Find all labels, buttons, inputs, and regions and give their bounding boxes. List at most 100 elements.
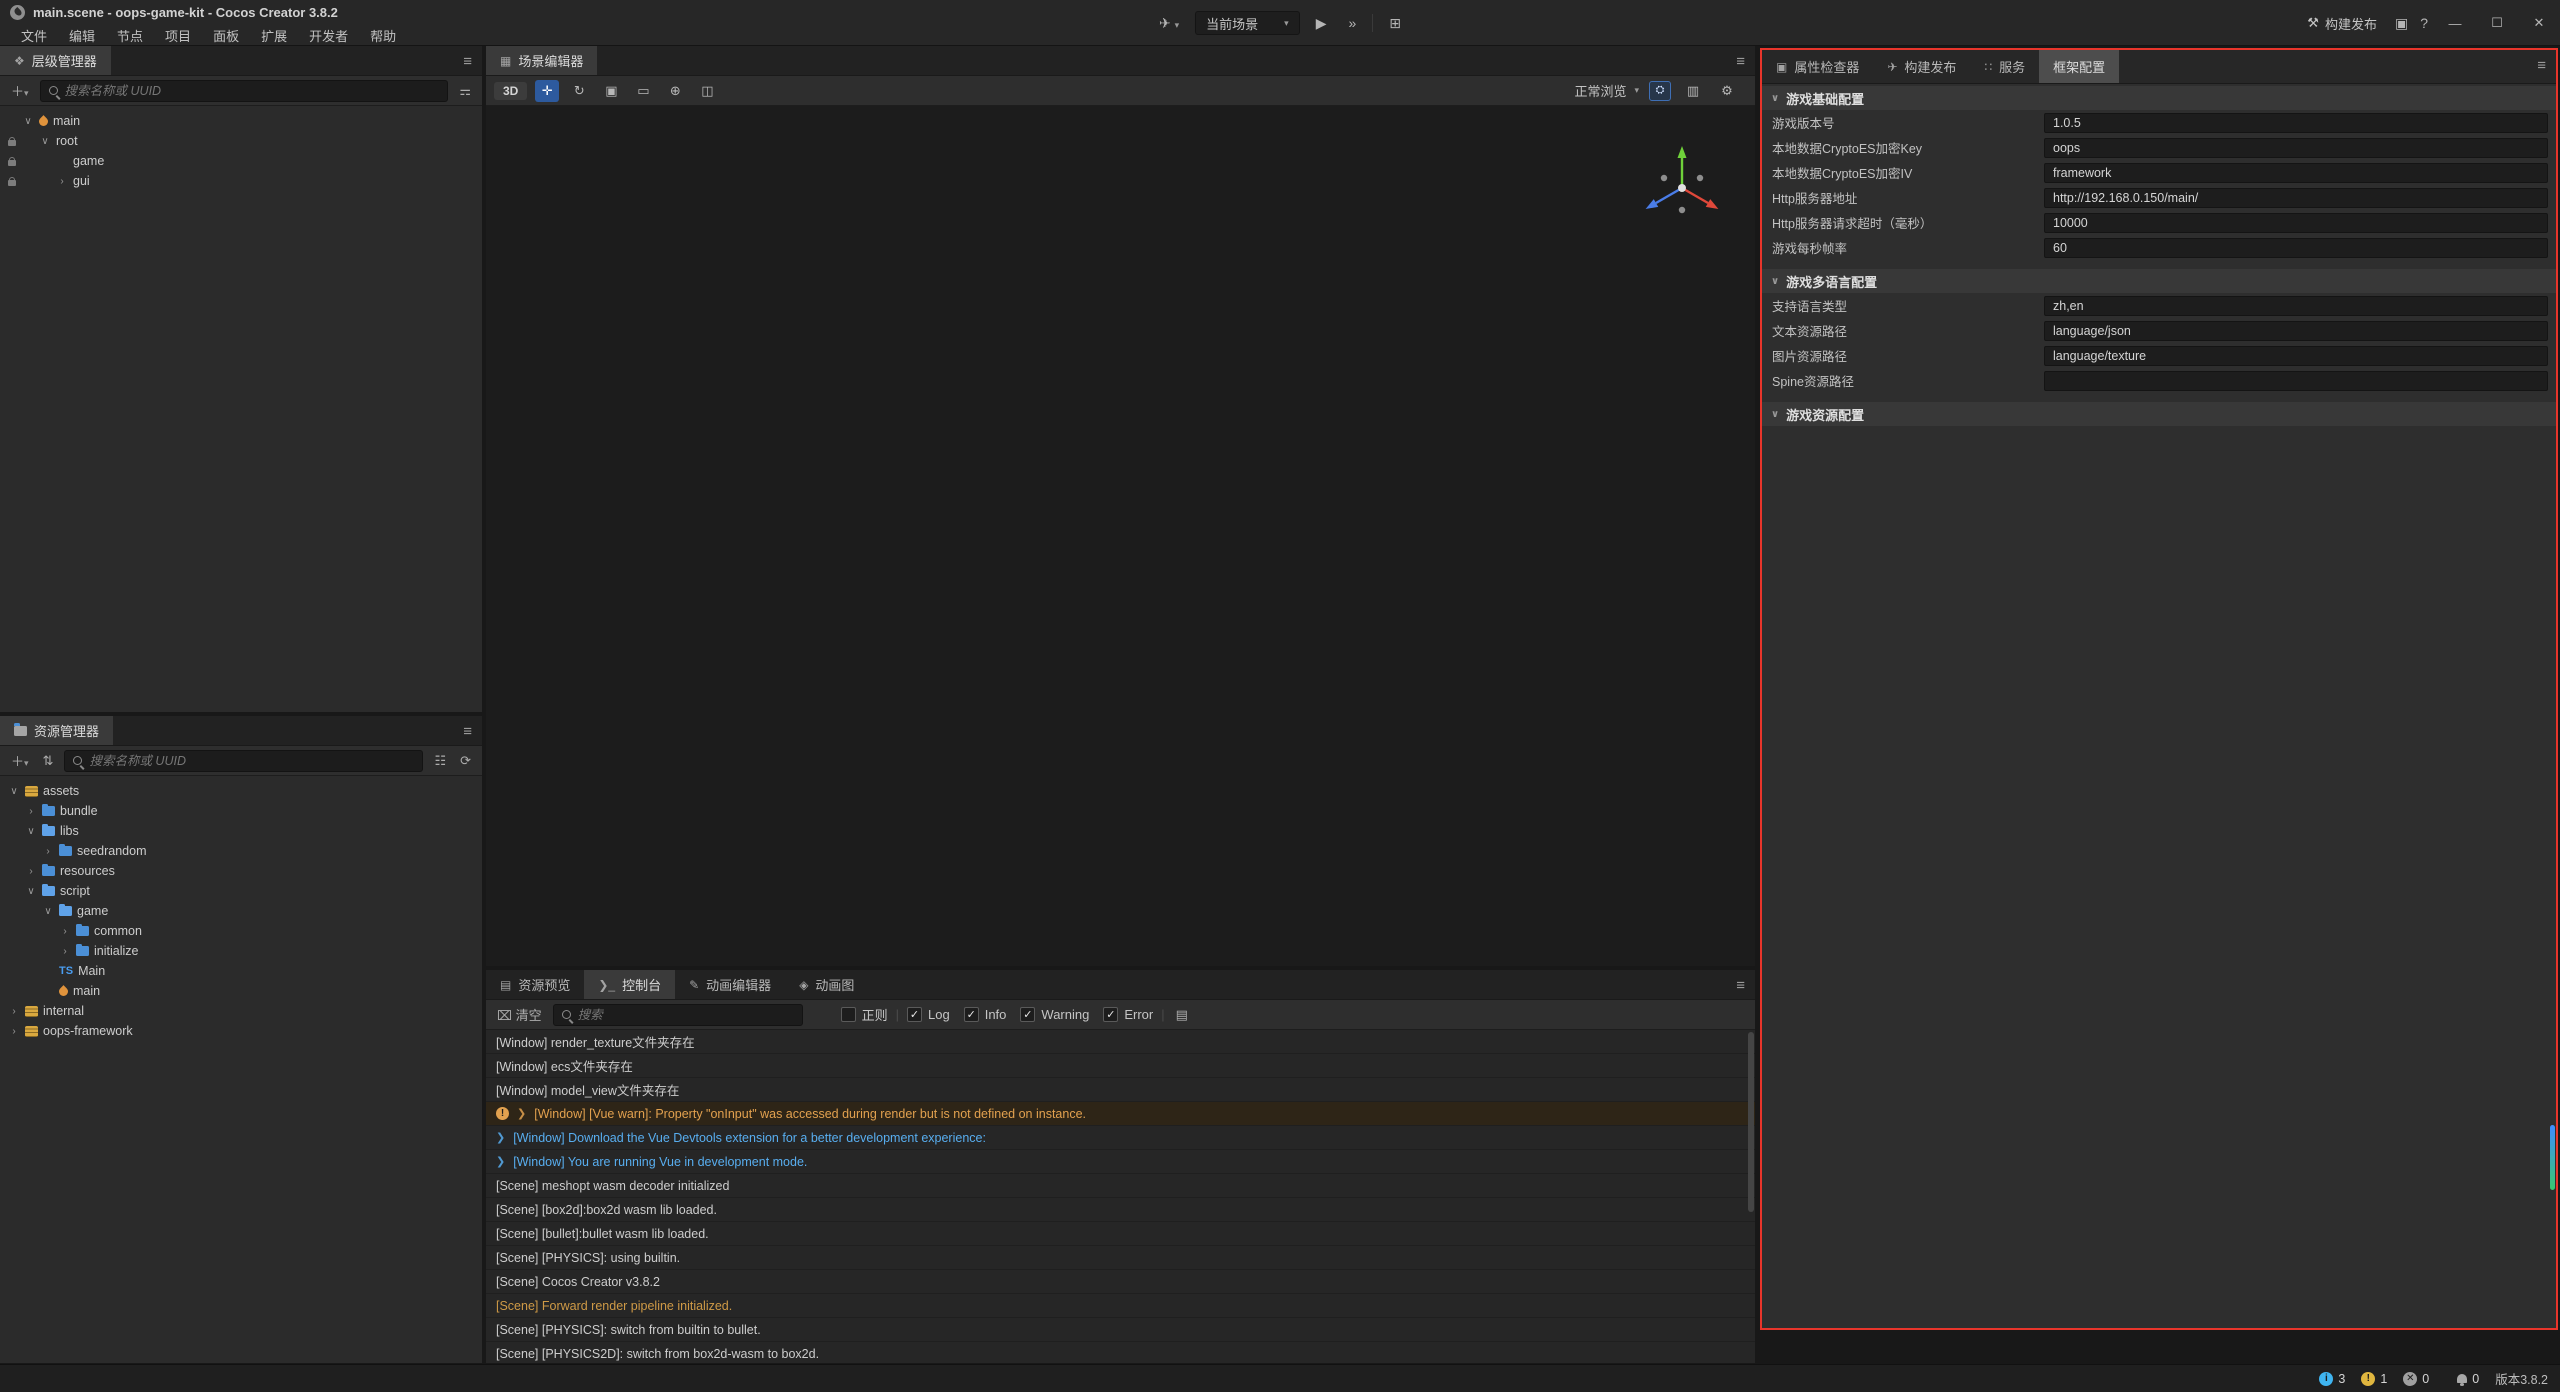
expand-arrow[interactable]: ∨ bbox=[22, 116, 34, 127]
collapse-arrow[interactable]: ∨ bbox=[1771, 276, 1779, 287]
refresh-icon[interactable]: ⟳ bbox=[457, 753, 474, 769]
log-row[interactable]: [Scene] Forward render pipeline initiali… bbox=[486, 1294, 1755, 1318]
log-row[interactable]: !❯[Window] [Vue warn]: Property "onInput… bbox=[486, 1102, 1755, 1126]
filter-warning-checkbox[interactable]: ✓ bbox=[1020, 1007, 1035, 1022]
mode-3d-button[interactable]: 3D bbox=[494, 82, 527, 100]
menu-item[interactable]: 扩展 bbox=[250, 26, 298, 45]
tree-row[interactable]: ›internal bbox=[0, 1001, 482, 1021]
tab-service[interactable]: ∷服务 bbox=[1970, 50, 2039, 83]
field-input[interactable] bbox=[2044, 371, 2548, 391]
section-header[interactable]: ∨游戏资源配置 bbox=[1762, 402, 2556, 426]
collapse-arrow[interactable]: ∨ bbox=[1771, 409, 1779, 420]
field-input[interactable] bbox=[2044, 138, 2548, 158]
field-input[interactable] bbox=[2044, 163, 2548, 183]
log-row[interactable]: [Scene] [box2d]:box2d wasm lib loaded. bbox=[486, 1198, 1755, 1222]
tab-asset-preview[interactable]: ▤资源预览 bbox=[486, 970, 584, 999]
console-search-input[interactable] bbox=[578, 1008, 794, 1022]
filter-icon[interactable]: ☷ bbox=[431, 753, 449, 769]
menu-item[interactable]: 文件 bbox=[10, 26, 58, 45]
menu-item[interactable]: 面板 bbox=[202, 26, 250, 45]
expand-arrow[interactable]: ∨ bbox=[25, 826, 37, 837]
log-row[interactable]: ❯[Window] You are running Vue in develop… bbox=[486, 1150, 1755, 1174]
filter-warning-toggle[interactable]: ✓Warning bbox=[1020, 1007, 1089, 1022]
tree-row[interactable]: game bbox=[0, 151, 482, 171]
expand-arrow[interactable]: › bbox=[56, 176, 68, 187]
log-row[interactable]: [Window] model_view文件夹存在 bbox=[486, 1078, 1755, 1102]
regex-checkbox[interactable] bbox=[841, 1007, 856, 1022]
tree-row[interactable]: ∨game bbox=[0, 901, 482, 921]
log-file-icon[interactable]: ▤ bbox=[1173, 1007, 1191, 1023]
log-row[interactable]: [Window] render_texture文件夹存在 bbox=[486, 1030, 1755, 1054]
expand-arrow[interactable]: › bbox=[42, 846, 54, 857]
tree-row[interactable]: TSMain bbox=[0, 961, 482, 981]
expand-arrow[interactable]: ∨ bbox=[8, 786, 20, 797]
package-icon[interactable]: ▣ bbox=[2389, 15, 2414, 32]
play-button[interactable]: ▶ bbox=[1310, 15, 1333, 32]
info-count-badge[interactable]: i 3 bbox=[2319, 1372, 2345, 1386]
clear-console-button[interactable]: ⌧ 清空 bbox=[494, 1005, 545, 1024]
expand-arrow[interactable]: ∨ bbox=[42, 906, 54, 917]
preview-target-icon[interactable]: ✈ ▾ bbox=[1153, 15, 1185, 32]
tree-row[interactable]: main bbox=[0, 981, 482, 1001]
tab-anim-graph[interactable]: ◈动画图 bbox=[785, 970, 868, 999]
filter-log-toggle[interactable]: ✓Log bbox=[907, 1007, 950, 1022]
tree-row[interactable]: ›bundle bbox=[0, 801, 482, 821]
tree-row[interactable]: ∨assets bbox=[0, 781, 482, 801]
tree-row[interactable]: ∨main bbox=[0, 111, 482, 131]
tab-anim-editor[interactable]: ✎动画编辑器 bbox=[675, 970, 785, 999]
panel-menu-icon[interactable]: ≡ bbox=[2537, 50, 2546, 80]
help-icon[interactable]: ? bbox=[2414, 15, 2434, 31]
tab-inspector[interactable]: ▣属性检查器 bbox=[1762, 50, 1873, 83]
tab-console[interactable]: ❯_控制台 bbox=[584, 970, 675, 999]
tree-row[interactable]: ›oops-framework bbox=[0, 1021, 482, 1041]
log-row[interactable]: [Window] ecs文件夹存在 bbox=[486, 1054, 1755, 1078]
gizmo-display-button[interactable]: ▥ bbox=[1681, 80, 1705, 102]
tree-row[interactable]: ∨libs bbox=[0, 821, 482, 841]
expand-arrow[interactable]: › bbox=[8, 1006, 20, 1017]
error-count-badge[interactable]: ✕ 0 bbox=[2403, 1372, 2429, 1386]
minimize-button[interactable]: — bbox=[2434, 16, 2476, 31]
expand-arrow[interactable]: ∨ bbox=[25, 886, 37, 897]
tool-scale-button[interactable]: ▣ bbox=[599, 80, 623, 102]
tree-row[interactable]: ›common bbox=[0, 921, 482, 941]
scene-settings-gear-icon[interactable]: ⚙ bbox=[1715, 80, 1739, 102]
filter-info-toggle[interactable]: ✓Info bbox=[964, 1007, 1007, 1022]
maximize-button[interactable]: ☐ bbox=[2476, 15, 2518, 31]
inspector-scrollbar-thumb[interactable] bbox=[2550, 1125, 2555, 1190]
menu-item[interactable]: 帮助 bbox=[359, 26, 407, 45]
scene-select[interactable]: 当前场景▾ bbox=[1195, 11, 1300, 35]
regex-toggle[interactable]: 正则 bbox=[841, 1005, 888, 1024]
axis-gizmo[interactable] bbox=[1627, 130, 1737, 246]
panel-menu-icon[interactable]: ≡ bbox=[463, 716, 472, 746]
field-input[interactable] bbox=[2044, 238, 2548, 258]
tool-snap-button[interactable]: ◫ bbox=[695, 80, 719, 102]
add-asset-button[interactable]: ＋▾ bbox=[8, 751, 32, 770]
layout-grid-icon[interactable]: ⊞ bbox=[1383, 15, 1407, 32]
log-row[interactable]: [Scene] [bullet]:bullet wasm lib loaded. bbox=[486, 1222, 1755, 1246]
field-input[interactable] bbox=[2044, 188, 2548, 208]
log-row[interactable]: [Scene] [PHYSICS2D]: switch from box2d-w… bbox=[486, 1342, 1755, 1363]
hierarchy-search-input[interactable] bbox=[65, 84, 440, 98]
menu-item[interactable]: 编辑 bbox=[58, 26, 106, 45]
expand-arrow[interactable]: › bbox=[59, 946, 71, 957]
expand-chevron[interactable]: ❯ bbox=[517, 1107, 526, 1120]
tool-move-button[interactable]: ✛ bbox=[535, 80, 559, 102]
scene-viewport[interactable] bbox=[486, 106, 1755, 966]
expand-arrow[interactable]: › bbox=[25, 866, 37, 877]
panel-menu-icon[interactable]: ≡ bbox=[1736, 46, 1745, 76]
tree-row[interactable]: ∨script bbox=[0, 881, 482, 901]
log-row[interactable]: ❯[Window] Download the Vue Devtools exte… bbox=[486, 1126, 1755, 1150]
field-input[interactable] bbox=[2044, 321, 2548, 341]
sort-icon[interactable]: ⇅ bbox=[40, 753, 57, 769]
filter-error-toggle[interactable]: ✓Error bbox=[1103, 1007, 1153, 1022]
tree-row[interactable]: ∨root bbox=[0, 131, 482, 151]
assets-search-input[interactable] bbox=[89, 754, 414, 768]
log-row[interactable]: [Scene] Cocos Creator v3.8.2 bbox=[486, 1270, 1755, 1294]
menu-item[interactable]: 节点 bbox=[106, 26, 154, 45]
step-button[interactable]: » bbox=[1342, 15, 1362, 31]
section-header[interactable]: ∨游戏多语言配置 bbox=[1762, 269, 2556, 293]
expand-arrow[interactable]: › bbox=[25, 806, 37, 817]
menu-item[interactable]: 项目 bbox=[154, 26, 202, 45]
tree-row[interactable]: ›initialize bbox=[0, 941, 482, 961]
menu-item[interactable]: 开发者 bbox=[298, 26, 359, 45]
